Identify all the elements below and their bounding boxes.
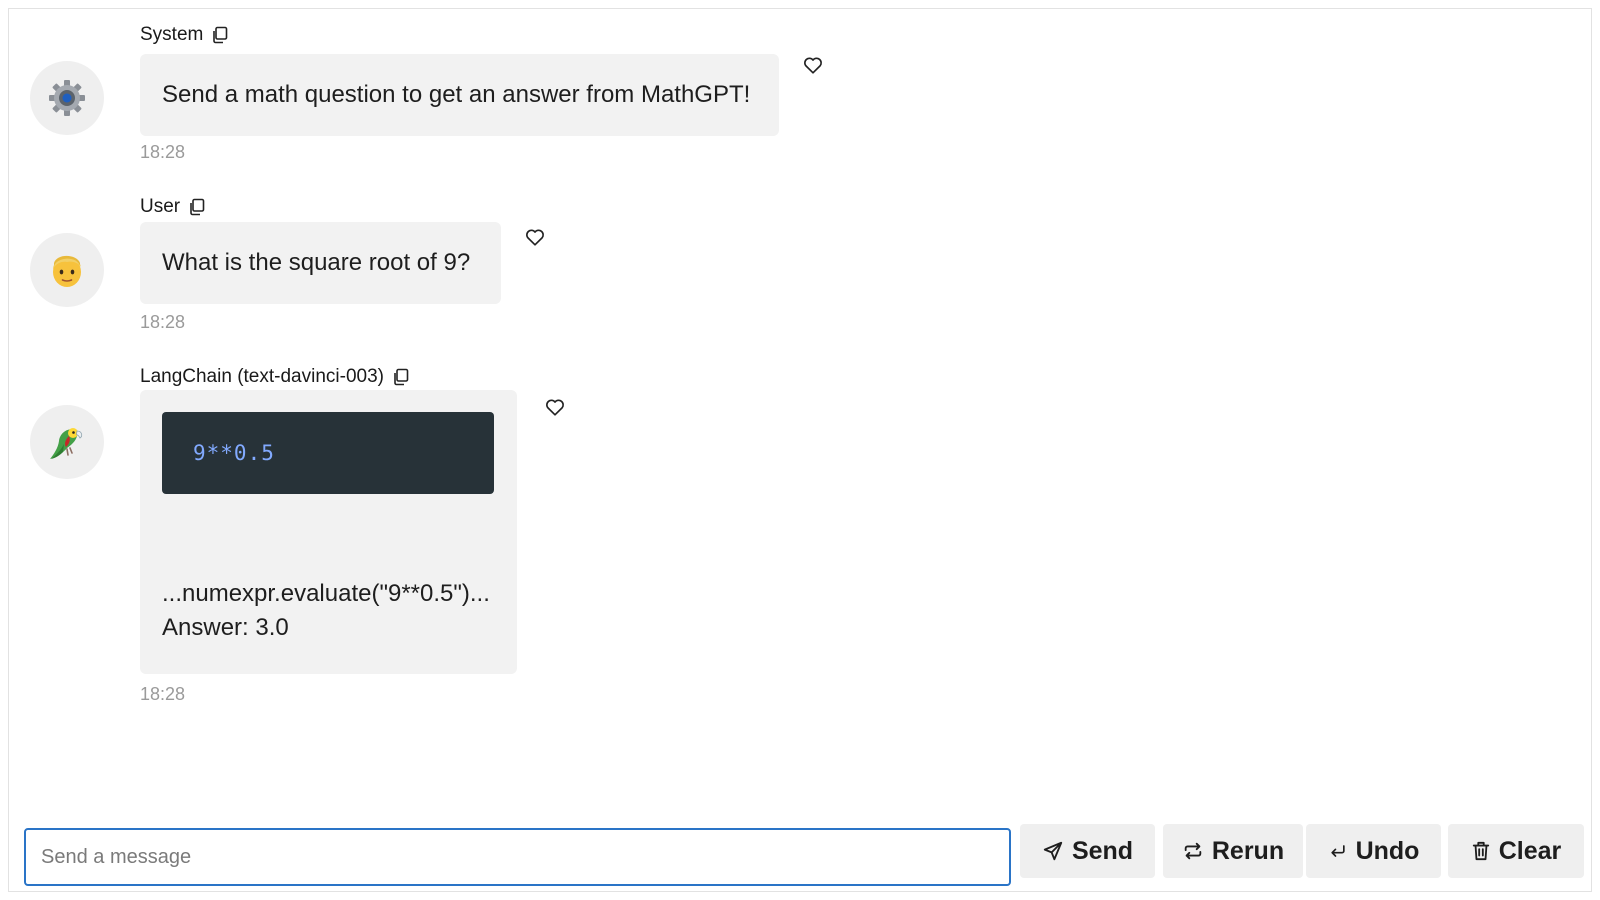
undo-label: Undo (1355, 836, 1420, 865)
send-label: Send (1071, 836, 1134, 865)
copy-icon[interactable] (188, 198, 206, 216)
author-name: User (140, 196, 181, 217)
send-icon (1042, 840, 1064, 862)
message-text-line: ...numexpr.evaluate("9**0.5")... (162, 580, 490, 607)
avatar (30, 61, 104, 135)
message-bubble: 9**0.5 ...numexpr.evaluate("9**0.5")... … (140, 390, 517, 674)
clear-button[interactable]: Clear (1448, 824, 1584, 878)
code-text: 9**0.5 (193, 441, 275, 465)
message-input[interactable] (24, 828, 1011, 886)
timestamp: 18:28 (140, 684, 186, 704)
heart-icon[interactable] (524, 226, 546, 248)
person-emoji-icon (49, 251, 85, 289)
clear-label: Clear (1498, 836, 1562, 865)
message-header: System (140, 24, 229, 46)
send-button[interactable]: Send (1020, 824, 1155, 878)
message-header: User (140, 196, 206, 218)
message-bubble: Send a math question to get an answer fr… (140, 54, 779, 136)
heart-icon[interactable] (544, 396, 566, 418)
trash-icon (1471, 840, 1491, 862)
message-header: LangChain (text-davinci-003) (140, 366, 410, 388)
undo-button[interactable]: Undo (1306, 824, 1441, 878)
message-body: ...numexpr.evaluate("9**0.5")... Answer:… (162, 577, 495, 645)
gear-icon (48, 79, 86, 117)
copy-icon[interactable] (211, 26, 229, 44)
avatar (30, 233, 104, 307)
heart-icon[interactable] (802, 54, 824, 76)
author-name: LangChain (text-davinci-003) (140, 366, 384, 387)
message-text: What is the square root of 9? (162, 249, 471, 276)
rerun-button[interactable]: Rerun (1163, 824, 1303, 878)
message-text-line: Answer: 3.0 (162, 614, 289, 641)
code-block: 9**0.5 (162, 412, 494, 494)
parrot-icon (47, 422, 87, 462)
message-text: Send a math question to get an answer fr… (162, 81, 751, 108)
message-bubble: What is the square root of 9? (140, 222, 501, 304)
timestamp: 18:28 (140, 142, 186, 162)
rerun-icon (1182, 840, 1204, 862)
copy-icon[interactable] (392, 368, 410, 386)
author-name: System (140, 24, 204, 45)
undo-icon (1328, 841, 1348, 861)
timestamp: 18:28 (140, 312, 186, 332)
avatar (30, 405, 104, 479)
rerun-label: Rerun (1211, 836, 1285, 865)
